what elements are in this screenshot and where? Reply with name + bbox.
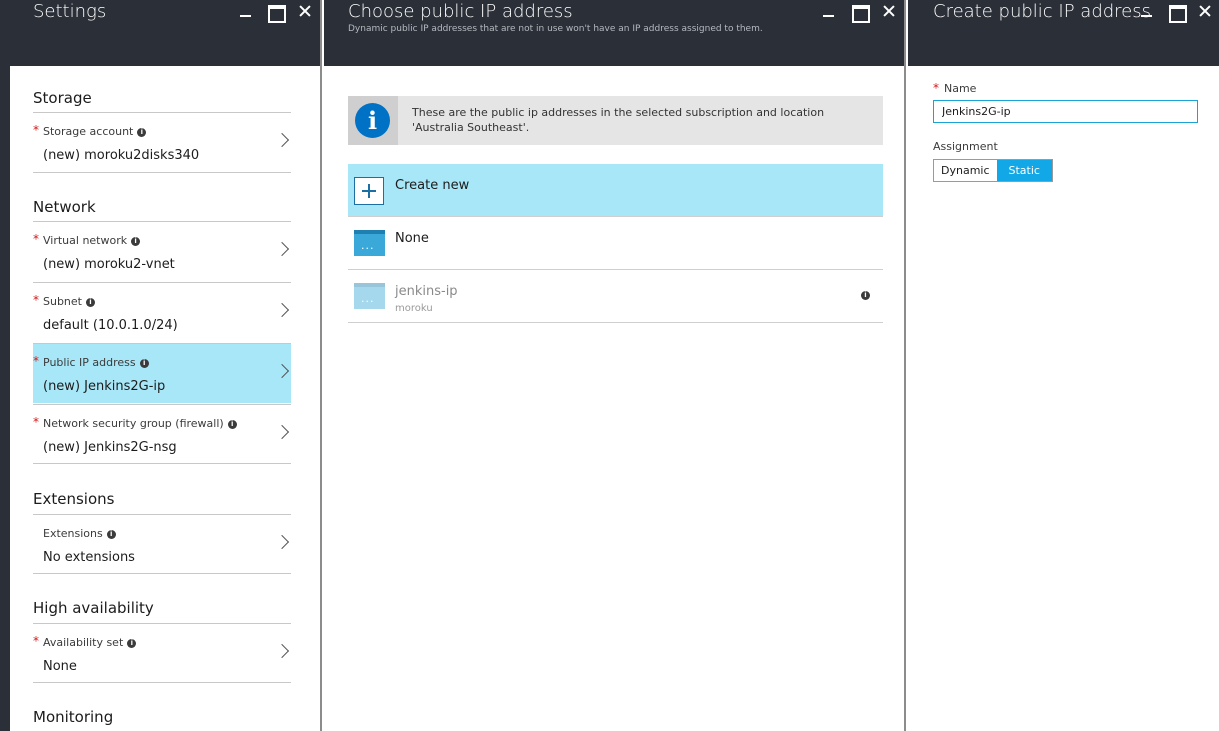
virtual-network-row[interactable]: * Virtual network i (new) moroku2-vnet (33, 221, 291, 281)
none-label: None (395, 231, 429, 246)
choose-ip-blade-subtitle: Dynamic public IP addresses that are not… (348, 24, 763, 34)
assignment-static-option[interactable]: Static (996, 160, 1052, 181)
nsg-value: (new) Jenkins2G-nsg (43, 440, 177, 455)
info-banner: i These are the public ip addresses in t… (348, 96, 883, 145)
public-ip-icon (354, 283, 385, 309)
left-nav-strip (0, 0, 10, 731)
minimize-icon[interactable] (1141, 4, 1153, 22)
extensions-label: Extensions i (43, 527, 116, 540)
info-icon[interactable]: i (139, 359, 149, 368)
info-icon: i (355, 103, 390, 138)
assignment-label: Assignment (933, 140, 998, 153)
info-icon[interactable]: i (137, 128, 147, 137)
storage-account-value: (new) moroku2disks340 (43, 148, 200, 163)
section-high-availability: High availability (33, 599, 154, 617)
close-icon[interactable] (298, 4, 312, 22)
info-icon[interactable]: i (861, 291, 870, 300)
close-icon[interactable] (882, 4, 896, 22)
create-new-ip-item[interactable]: Create new (348, 164, 883, 217)
info-icon[interactable]: i (127, 639, 137, 648)
none-ip-item[interactable]: None (348, 217, 883, 270)
existing-ip-resource-group: moroku (395, 303, 433, 314)
availability-set-value: None (43, 659, 77, 674)
maximize-icon[interactable] (852, 4, 870, 23)
settings-blade: Settings Storage * Storage account i (new… (10, 0, 322, 731)
required-marker: * (33, 634, 39, 648)
storage-account-label: Storage account i (43, 125, 147, 138)
public-ip-value: (new) Jenkins2G-ip (43, 379, 166, 394)
info-icon[interactable]: i (131, 237, 141, 246)
required-marker: * (33, 415, 39, 429)
info-banner-text: These are the public ip addresses in the… (412, 106, 825, 134)
info-icon[interactable]: i (106, 530, 116, 539)
maximize-icon[interactable] (1169, 4, 1187, 23)
section-monitoring: Monitoring (33, 708, 114, 726)
create-new-label: Create new (395, 178, 470, 193)
chevron-right-icon (274, 363, 290, 379)
info-banner-icon-area: i (348, 96, 398, 145)
public-ip-row[interactable]: * Public IP address i (new) Jenkins2G-ip (33, 343, 291, 403)
info-icon[interactable]: i (227, 420, 237, 429)
existing-ip-name: jenkins-ip (395, 284, 458, 299)
required-marker: * (33, 293, 39, 307)
divider (33, 172, 291, 173)
settings-blade-title: Settings (33, 1, 107, 22)
section-storage: Storage (33, 89, 92, 107)
name-input[interactable] (933, 100, 1198, 123)
chevron-right-icon (274, 132, 290, 148)
section-extensions: Extensions (33, 490, 115, 508)
extensions-row[interactable]: Extensions i No extensions (33, 514, 291, 574)
close-icon[interactable] (1198, 4, 1212, 22)
info-icon[interactable]: i (86, 298, 95, 307)
subnet-label: Subnet i (43, 295, 95, 308)
chevron-right-icon (274, 424, 290, 440)
chevron-right-icon (274, 643, 290, 659)
storage-account-row[interactable]: * Storage account i (new) moroku2disks340 (33, 112, 291, 172)
chevron-right-icon (274, 534, 290, 550)
extensions-value: No extensions (43, 550, 135, 565)
section-network: Network (33, 198, 96, 216)
portal-stage: Settings Storage * Storage account i (new… (0, 0, 1219, 731)
virtual-network-label: Virtual network i (43, 234, 141, 247)
required-marker: * (33, 123, 39, 137)
chevron-right-icon (274, 302, 290, 318)
assignment-toggle: Dynamic Static (933, 159, 1053, 182)
choose-ip-blade-header: Choose public IP address Dynamic public … (324, 0, 904, 66)
create-ip-blade-header: Create public IP address (908, 0, 1219, 66)
required-marker: * (33, 232, 39, 246)
nsg-label: Network security group (firewall) i (43, 417, 237, 430)
chevron-right-icon (274, 241, 290, 257)
create-ip-blade-title: Create public IP address (933, 1, 1152, 22)
virtual-network-value: (new) moroku2-vnet (43, 257, 175, 272)
maximize-icon[interactable] (268, 4, 286, 23)
settings-blade-header: Settings (10, 0, 320, 66)
create-ip-blade: Create public IP address * Name Assignme… (908, 0, 1219, 731)
availability-set-row[interactable]: * Availability set i None (33, 623, 291, 683)
required-marker: * (933, 81, 939, 95)
availability-set-label: Availability set i (43, 636, 137, 649)
required-marker: * (33, 354, 39, 368)
choose-ip-blade-title: Choose public IP address (348, 1, 573, 22)
choose-ip-blade: Choose public IP address Dynamic public … (324, 0, 906, 731)
assignment-dynamic-option[interactable]: Dynamic (934, 160, 997, 181)
subnet-value: default (10.0.1.0/24) (43, 318, 178, 333)
plus-icon (354, 177, 384, 205)
subnet-row[interactable]: * Subnet i default (10.0.1.0/24) (33, 282, 291, 342)
public-ip-icon (354, 230, 385, 256)
minimize-icon[interactable] (823, 4, 835, 22)
name-label: Name (944, 82, 977, 95)
minimize-icon[interactable] (240, 4, 252, 22)
nsg-row[interactable]: * Network security group (firewall) i (ne… (33, 404, 291, 464)
existing-ip-item: jenkins-ip moroku i (348, 270, 883, 323)
public-ip-label: Public IP address i (43, 356, 149, 369)
